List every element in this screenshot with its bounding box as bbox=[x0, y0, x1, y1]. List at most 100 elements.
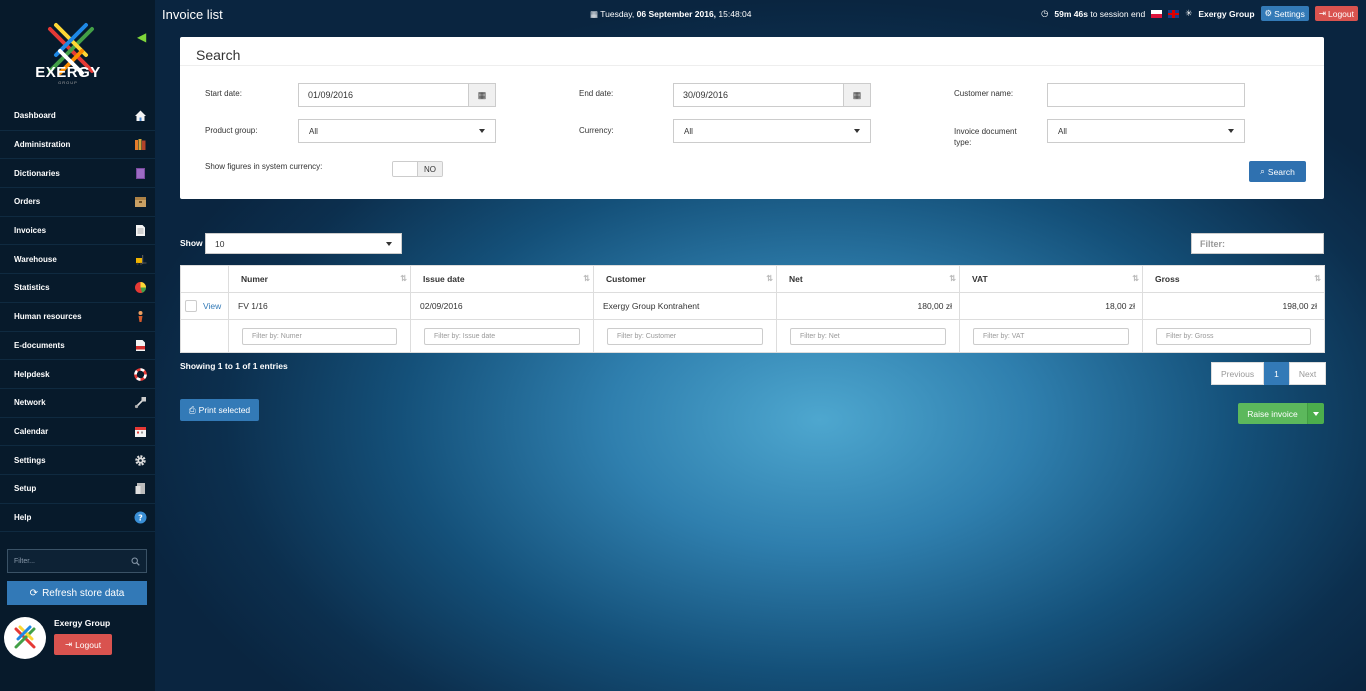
sidebar-item-helpdesk[interactable]: Helpdesk bbox=[0, 360, 155, 389]
sort-icon: ⇅ bbox=[766, 274, 773, 283]
sidebar-item-settings[interactable]: Settings bbox=[0, 446, 155, 475]
top-right-bar: ◷ 59m 46s to session end ✳ Exergy Group … bbox=[1041, 6, 1358, 21]
search-button-label: Search bbox=[1267, 166, 1295, 177]
column-header-label: Customer bbox=[606, 274, 646, 284]
lifebuoy-icon bbox=[133, 367, 147, 381]
filter-numer-input[interactable]: Filter by: Numer bbox=[242, 327, 397, 345]
network-icon bbox=[133, 396, 147, 410]
svg-text:?: ? bbox=[138, 513, 143, 522]
sidebar-item-setup[interactable]: Setup bbox=[0, 475, 155, 504]
start-date-calendar-icon[interactable]: ▦ bbox=[468, 83, 496, 107]
system-currency-toggle[interactable]: NO bbox=[392, 161, 443, 177]
sidebar-item-warehouse[interactable]: Warehouse bbox=[0, 245, 155, 275]
column-header-gross[interactable]: Gross ⇅ bbox=[1142, 265, 1325, 293]
logout-label: Logout bbox=[75, 639, 102, 650]
sidebar-item-label: Orders bbox=[14, 197, 41, 207]
collapse-arrow-icon[interactable]: ◀ bbox=[137, 30, 146, 44]
end-date-calendar-icon[interactable]: ▦ bbox=[843, 83, 871, 107]
product-group-select[interactable]: All bbox=[298, 119, 496, 143]
column-header-numer[interactable]: Numer ⇅ bbox=[228, 265, 411, 293]
filter-gross-input[interactable]: Filter by: Gross bbox=[1156, 327, 1311, 345]
uk-flag-icon[interactable] bbox=[1168, 9, 1180, 18]
invoice-doc-type-select[interactable]: All bbox=[1047, 119, 1245, 143]
chevron-down-icon bbox=[854, 129, 860, 133]
settings-button[interactable]: ⚙ Settings bbox=[1260, 6, 1309, 21]
filter-issue-date-input[interactable]: Filter by: Issue date bbox=[424, 327, 580, 345]
filter-vat-input[interactable]: Filter by: VAT bbox=[973, 327, 1129, 345]
show-label: Show bbox=[180, 238, 203, 248]
user-name: Exergy Group bbox=[54, 618, 111, 628]
sidebar-item-administration[interactable]: Administration bbox=[0, 131, 155, 160]
logout-button[interactable]: ⇥ Logout bbox=[1314, 6, 1358, 21]
home-icon bbox=[133, 109, 147, 123]
column-header-vat[interactable]: VAT ⇅ bbox=[959, 265, 1143, 293]
session-suffix: to session end bbox=[1090, 8, 1146, 19]
table-header-row: Numer ⇅ Issue date ⇅ Customer ⇅ Net ⇅ VAT ⇅ G… bbox=[180, 265, 1325, 293]
session-time: 59m 46s bbox=[1054, 8, 1088, 19]
refresh-store-data-button[interactable]: ⟳ Refresh store data bbox=[7, 581, 147, 605]
currency-label: Currency: bbox=[579, 126, 614, 135]
customer-name-input[interactable] bbox=[1047, 83, 1245, 107]
search-icon: ⌕ bbox=[1260, 166, 1265, 176]
invoice-doc-type-label-line1: Invoice document bbox=[954, 127, 1017, 136]
sidebar-item-network[interactable]: Network bbox=[0, 389, 155, 418]
dictionary-icon bbox=[133, 166, 147, 180]
sidebar-filter-input[interactable]: Filter... bbox=[7, 549, 147, 573]
cell-issue-date: 02/09/2016 bbox=[410, 292, 594, 320]
print-selected-button[interactable]: ⎙ Print selected bbox=[180, 399, 259, 421]
view-link[interactable]: View bbox=[203, 301, 221, 311]
sidebar-item-dashboard[interactable]: Dashboard bbox=[0, 102, 155, 131]
sidebar-item-calendar[interactable]: Calendar bbox=[0, 418, 155, 447]
search-icon bbox=[131, 557, 140, 566]
sidebar-logout-button[interactable]: ⇥ Logout bbox=[54, 634, 112, 655]
logo-text: EXERGY bbox=[35, 64, 101, 81]
sidebar-item-e-documents[interactable]: E-documents bbox=[0, 332, 155, 361]
polish-flag-icon[interactable] bbox=[1151, 9, 1163, 18]
raise-invoice-dropdown[interactable] bbox=[1307, 403, 1324, 424]
sidebar-item-invoices[interactable]: Invoices bbox=[0, 217, 155, 246]
sort-icon: ⇅ bbox=[1314, 274, 1321, 283]
sidebar-item-label: Help bbox=[14, 512, 32, 522]
company-name: Exergy Group bbox=[1198, 8, 1255, 19]
raise-invoice-button[interactable]: Raise invoice bbox=[1238, 403, 1307, 424]
search-button[interactable]: ⌕ Search bbox=[1249, 161, 1306, 182]
currency-select[interactable]: All bbox=[673, 119, 871, 143]
end-date-input[interactable]: 30/09/2016 bbox=[673, 83, 844, 107]
sidebar-item-help[interactable]: Help ? bbox=[0, 504, 155, 533]
sidebar-item-label: Invoices bbox=[14, 226, 47, 236]
sort-icon: ⇅ bbox=[400, 274, 407, 283]
column-header-net[interactable]: Net ⇅ bbox=[776, 265, 960, 293]
sidebar-item-orders[interactable]: Orders bbox=[0, 188, 155, 217]
pagination-next[interactable]: Next bbox=[1288, 362, 1327, 385]
datetime-time: 15:48:04 bbox=[718, 9, 752, 19]
filter-customer-input[interactable]: Filter by: Customer bbox=[607, 327, 763, 345]
sidebar-item-human-resources[interactable]: Human resources bbox=[0, 303, 155, 332]
product-group-label: Product group: bbox=[205, 126, 258, 135]
sidebar-item-label: Administration bbox=[14, 140, 71, 150]
sidebar-item-label: Dashboard bbox=[14, 111, 56, 121]
start-date-input[interactable]: 01/09/2016 bbox=[298, 83, 469, 107]
clock-icon: ◷ bbox=[1041, 8, 1049, 18]
end-date-label: End date: bbox=[579, 89, 614, 98]
document-icon bbox=[133, 224, 147, 238]
column-header-customer[interactable]: Customer ⇅ bbox=[593, 265, 777, 293]
pagination-previous[interactable]: Previous bbox=[1211, 362, 1265, 385]
page-size-select[interactable]: 10 bbox=[205, 233, 402, 254]
sidebar-item-label: Network bbox=[14, 398, 46, 408]
sidebar-item-label: Statistics bbox=[14, 283, 50, 293]
logout-icon: ⇥ bbox=[64, 639, 73, 649]
column-header-issue-date[interactable]: Issue date ⇅ bbox=[410, 265, 594, 293]
datetime-date: 06 September 2016, bbox=[636, 9, 717, 19]
person-icon bbox=[133, 310, 147, 324]
box-icon bbox=[133, 195, 147, 209]
invoice-doc-type-label-line2: type: bbox=[954, 138, 972, 147]
sidebar-item-statistics[interactable]: Statistics bbox=[0, 274, 155, 303]
column-header-label: Gross bbox=[1155, 274, 1180, 284]
toggle-state: NO bbox=[418, 162, 442, 176]
chevron-down-icon bbox=[479, 129, 485, 133]
table-filter-input[interactable]: Filter: bbox=[1191, 233, 1324, 254]
sidebar-item-dictionaries[interactable]: Dictionaries bbox=[0, 159, 155, 189]
pagination-page-1[interactable]: 1 bbox=[1264, 362, 1289, 385]
row-checkbox[interactable] bbox=[185, 300, 197, 312]
filter-net-input[interactable]: Filter by: Net bbox=[790, 327, 946, 345]
